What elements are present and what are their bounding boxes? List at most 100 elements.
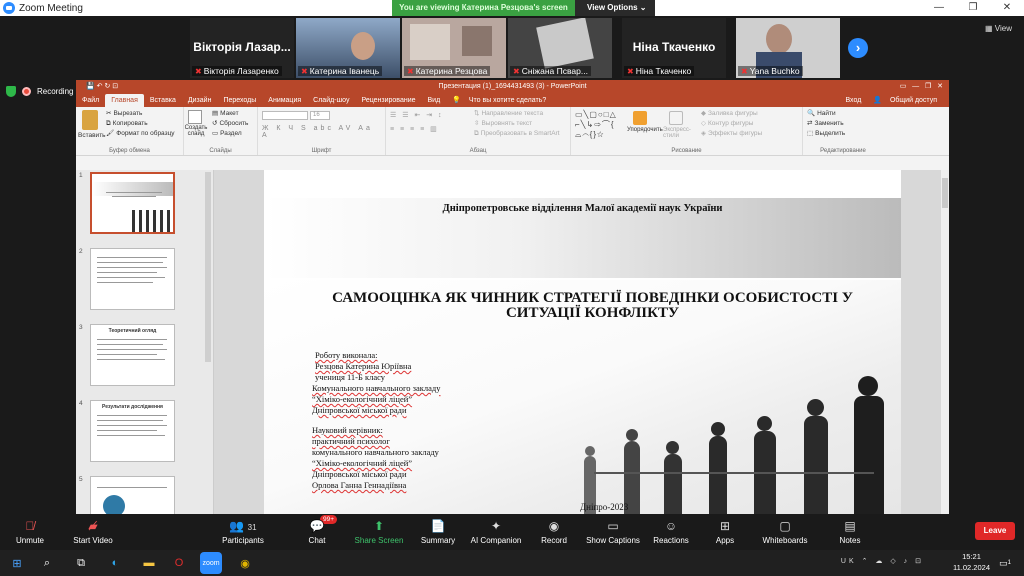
apps-icon: ⊞ — [719, 519, 731, 533]
clock[interactable]: 15:21 11.02.2024 — [953, 551, 990, 573]
editor-scrollbar[interactable] — [941, 170, 949, 514]
reactions-button[interactable]: ☺ Reactions — [653, 520, 689, 546]
slide-thumbnail[interactable] — [90, 248, 175, 310]
notification-icon[interactable]: ▭ 1 — [994, 552, 1016, 574]
font-format-buttons[interactable]: Ж К Ч S abc AV Аа A — [262, 125, 385, 139]
record-button[interactable]: ◉ Record — [541, 520, 567, 546]
cut-button[interactable]: ✂ Вырезать — [106, 109, 175, 119]
share-screen-icon: ⬆ — [373, 519, 385, 533]
tell-me-search[interactable]: 💡 Что вы хотите сделать? — [446, 94, 558, 107]
share-screen-button[interactable]: ⬆ Share Screen — [355, 519, 404, 546]
shape-fill-button[interactable]: ◆ Заливка фигуры — [701, 109, 762, 119]
shapes-gallery[interactable]: ▭╲▢○□△ ⌐╲↳⇨⌒{⌓⌒{}☆ — [575, 110, 617, 140]
participants-button[interactable]: 👥 31 Participants — [222, 519, 264, 546]
view-options-button[interactable]: View Options ⌄ — [575, 0, 655, 16]
slide-canvas[interactable]: Дніпропетровське відділення Малої академ… — [264, 170, 901, 514]
unmute-button[interactable]: 🎙̸ Unmute — [16, 519, 44, 546]
participant-tile[interactable]: Ніна Ткаченко ✖ Ніна Ткаченко — [622, 18, 726, 78]
ai-companion-button[interactable]: ✦ AI Companion — [471, 520, 522, 546]
tab-file[interactable]: Файл — [76, 94, 105, 107]
summary-button[interactable]: 📄 Summary — [421, 520, 455, 546]
find-button[interactable]: 🔍 Найти — [807, 109, 845, 119]
select-button[interactable]: ⬚ Выделить — [807, 129, 845, 139]
participant-tile[interactable]: ✖ Катерина Резцова — [402, 18, 506, 78]
thumbs-scrollbar[interactable] — [205, 172, 211, 362]
new-slide-icon — [188, 110, 202, 124]
paste-icon — [82, 110, 98, 130]
replace-button[interactable]: ⇄ Заменить — [807, 119, 845, 129]
muted-mic-icon: 🎙̸ — [25, 519, 35, 533]
group-drawing: ▭╲▢○□△ ⌐╲↳⇨⌒{⌓⌒{}☆ Упорядочить Экспресс-с… — [571, 107, 803, 155]
minimize-icon[interactable]: — — [922, 0, 956, 16]
new-slide-button[interactable]: Создать слайд — [184, 125, 208, 137]
pie-chart-icon — [103, 495, 125, 514]
close-icon[interactable]: ✕ — [990, 0, 1024, 16]
video-off-icon: ▰̸ — [88, 519, 98, 533]
viewing-banner: You are viewing Катерина Резцова's scree… — [392, 0, 575, 16]
group-font: 16 Ж К Ч S abc AV Аа A Шрифт — [258, 107, 386, 155]
text-direction-button[interactable]: ⇅ Направление текста — [474, 109, 560, 119]
apps-button[interactable]: ⊞ Apps — [716, 519, 734, 546]
muted-mic-icon: ✖ — [195, 66, 202, 76]
arrange-button[interactable]: Упорядочить — [627, 127, 663, 133]
layout-button[interactable]: ▤ Макет — [212, 109, 248, 119]
chat-button[interactable]: 💬 Chat — [309, 520, 326, 546]
start-video-button[interactable]: ▰̸ Start Video — [73, 519, 112, 546]
slide-thumbnail[interactable]: Теоретичний огляд — [90, 324, 175, 386]
whiteboards-button[interactable]: ▢ Whiteboards — [763, 519, 808, 546]
ppt-window-controls[interactable]: ▭ — ❐ ✕ — [900, 80, 943, 94]
edge-icon[interactable]: ◐ — [104, 552, 126, 574]
section-button[interactable]: ▭ Раздел — [212, 129, 248, 139]
slide-thumbnail[interactable] — [90, 476, 175, 514]
participant-tile[interactable]: ✖ Yana Buchko — [736, 18, 840, 78]
smartart-button[interactable]: ⧉ Преобразовать в SmartArt — [474, 129, 560, 139]
next-participants-button[interactable]: › — [848, 38, 868, 58]
copy-button[interactable]: ⧉ Копировать — [106, 119, 175, 129]
tab-view[interactable]: Вид — [422, 94, 447, 107]
reset-button[interactable]: ↺ Сбросить — [212, 119, 248, 129]
task-view-icon[interactable]: ⧉ — [70, 552, 92, 574]
search-icon[interactable]: ⌕ — [36, 552, 58, 574]
participant-tile[interactable]: ✖ Сніжана Псвар... — [508, 18, 612, 78]
view-button[interactable]: ▦ View — [985, 24, 1012, 33]
tab-slideshow[interactable]: Слайд-шоу — [307, 94, 355, 107]
zoom-taskbar-icon[interactable]: zoom — [200, 552, 222, 574]
signin-link[interactable]: Вход — [839, 94, 867, 107]
participant-tile[interactable]: Вікторія Лазар... ✖ Вікторія Лазаренко — [190, 18, 294, 78]
tab-review[interactable]: Рецензирование — [355, 94, 421, 107]
tab-animation[interactable]: Анимация — [262, 94, 307, 107]
format-painter-button[interactable]: 🖌 Формат по образцу — [106, 129, 175, 139]
chrome-icon[interactable]: ◉ — [234, 552, 256, 574]
tab-design[interactable]: Дизайн — [182, 94, 218, 107]
slide-editor: Дніпропетровське відділення Малої академ… — [214, 170, 949, 514]
security-shield-icon — [6, 86, 16, 97]
font-size-box[interactable]: 16 — [310, 111, 330, 120]
captions-icon: ▭ — [607, 519, 619, 533]
participant-tile[interactable]: ✖ Катерина Іванець — [296, 18, 400, 78]
tab-home[interactable]: Главная — [105, 94, 144, 107]
file-explorer-icon[interactable]: ▬ — [138, 552, 160, 574]
ribbon: Вставить ✂ Вырезать ⧉ Копировать 🖌 Форма… — [76, 107, 949, 156]
tab-insert[interactable]: Вставка — [144, 94, 182, 107]
show-captions-button[interactable]: ▭ Show Captions — [586, 519, 640, 546]
notes-button[interactable]: ▤ Notes — [840, 520, 861, 546]
paste-button[interactable]: Вставить — [78, 132, 106, 139]
participants-icon: 👥 31 — [229, 519, 257, 533]
powerpoint-window: 💾 ↶ ↻ ⊡ Презентация (1)_1694431493 (3) -… — [76, 80, 949, 514]
maximize-icon[interactable]: ❐ — [956, 0, 990, 16]
system-tray[interactable]: UK ⌃ ☁ ◇ ♪ ⊡ — [841, 557, 924, 565]
group-editing: 🔍 Найти ⇄ Заменить ⬚ Выделить Редактиров… — [807, 109, 866, 154]
slide-thumbnail[interactable]: Результати дослідження — [90, 400, 175, 462]
align-text-button[interactable]: ⇳ Выровнять текст — [474, 119, 560, 129]
font-name-box[interactable] — [262, 111, 308, 120]
shape-outline-button[interactable]: ◇ Контур фигуры — [701, 119, 762, 129]
shape-effects-button[interactable]: ◈ Эффекты фигуры — [701, 129, 762, 139]
whiteboard-icon: ▢ — [779, 519, 791, 533]
express-styles-button[interactable]: Экспресс-стили — [663, 127, 693, 139]
opera-icon[interactable]: O — [168, 552, 190, 574]
leave-button[interactable]: Leave — [975, 522, 1015, 540]
windows-start-icon[interactable]: ⊞ — [6, 552, 28, 574]
share-button[interactable]: 👤 Общий доступ — [867, 94, 949, 107]
slide-thumbnail[interactable] — [90, 172, 175, 234]
tab-transitions[interactable]: Переходы — [217, 94, 262, 107]
